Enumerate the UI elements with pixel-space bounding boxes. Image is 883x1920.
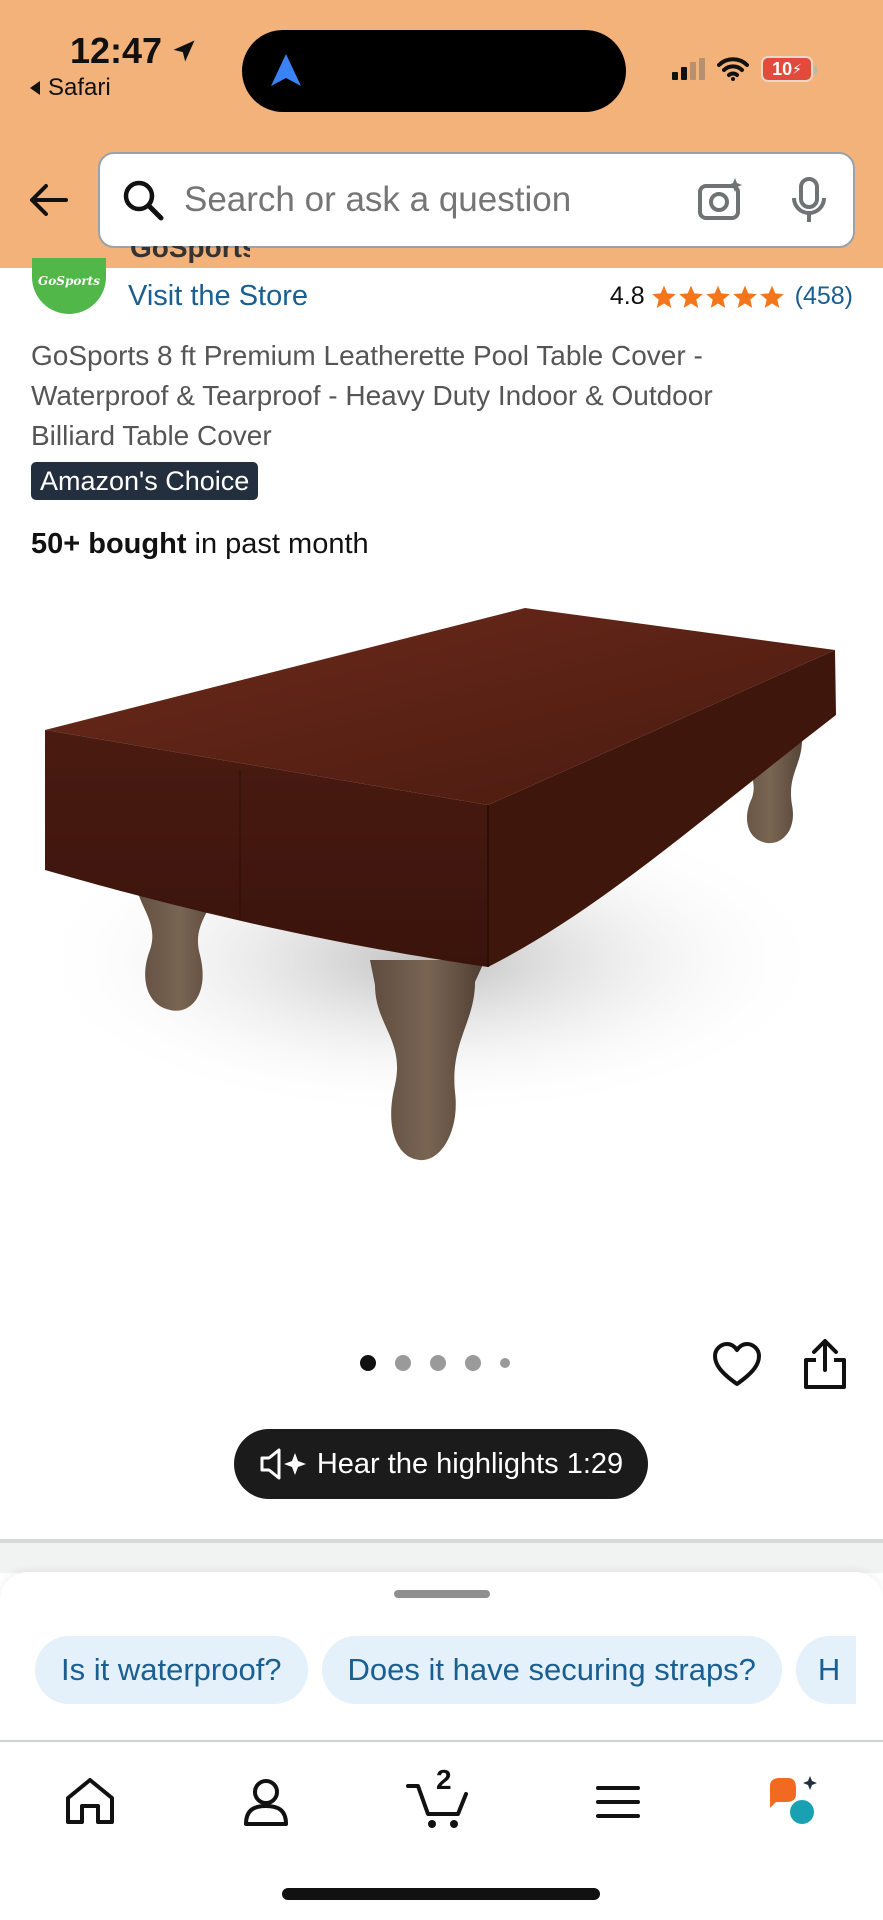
carousel-dot[interactable] [360, 1355, 376, 1371]
audio-sparkle-icon [260, 1448, 306, 1480]
header: 12:47 Safari 10 ⚡ [0, 0, 883, 268]
sheet-drag-handle[interactable] [394, 1590, 490, 1598]
star-icon [705, 285, 730, 308]
rufus-icon[interactable] [764, 1772, 824, 1832]
amazons-choice-badge[interactable]: Amazon's Choice [31, 462, 259, 500]
bought-suffix: in past month [186, 528, 369, 560]
back-arrow-icon[interactable] [26, 178, 70, 222]
search-icon [123, 180, 164, 221]
cellular-signal-icon [672, 58, 705, 80]
section-gap [0, 1543, 883, 1573]
question-chip[interactable]: H [795, 1636, 856, 1704]
star-rating [651, 284, 785, 310]
star-icon [732, 285, 757, 308]
rating-count[interactable]: (458) [795, 282, 853, 311]
menu-icon[interactable] [588, 1772, 648, 1832]
carousel-dot[interactable] [395, 1355, 411, 1371]
question-chip[interactable]: Does it have securing straps? [321, 1636, 782, 1704]
back-triangle-icon [30, 81, 40, 95]
suggested-questions: Is it waterproof? Does it have securing … [35, 1636, 856, 1704]
image-carousel-dots[interactable] [360, 1355, 510, 1371]
rating-value: 4.8 [609, 282, 645, 310]
home-indicator[interactable] [282, 1888, 600, 1900]
back-to-app[interactable]: Safari [28, 74, 111, 102]
cart-button[interactable]: 2 [406, 1764, 474, 1832]
home-icon[interactable] [60, 1772, 120, 1832]
carousel-dot[interactable] [500, 1358, 510, 1368]
hear-highlights-button[interactable]: Hear the highlights 1:29 [234, 1429, 648, 1499]
product-title: GoSports 8 ft Premium Leatherette Pool T… [31, 340, 713, 451]
question-chip[interactable]: Is it waterproof? [35, 1636, 308, 1704]
bought-count: 50+ bought [31, 528, 187, 560]
camera-search-icon[interactable] [697, 176, 745, 224]
star-icon [651, 285, 676, 308]
brand-name-cropped: GoSports [130, 246, 250, 263]
share-icon[interactable] [802, 1338, 848, 1390]
wifi-icon [717, 57, 749, 81]
star-icon [678, 285, 703, 308]
search-bar[interactable] [98, 152, 855, 248]
clock: 12:47 [70, 30, 163, 71]
product-image[interactable] [0, 580, 883, 1300]
bought-in-past-month: 50+ bought in past month [31, 528, 369, 561]
back-app-label: Safari [48, 74, 111, 101]
cart-count: 2 [436, 1764, 452, 1795]
carousel-dot[interactable] [430, 1355, 446, 1371]
rating-summary[interactable]: 4.8 (458) [610, 282, 853, 311]
account-icon[interactable] [236, 1772, 296, 1832]
hear-highlights-label: Hear the highlights 1:29 [316, 1447, 624, 1480]
carousel-dot[interactable] [465, 1355, 481, 1371]
location-arrow-icon [173, 40, 195, 62]
status-time: 12:47 [70, 30, 198, 72]
star-icon [759, 285, 784, 308]
microphone-icon[interactable] [789, 176, 829, 224]
navigation-arrow-icon [271, 54, 301, 86]
search-input[interactable] [184, 180, 697, 220]
store-logo[interactable]: GoSports [32, 258, 106, 314]
heart-icon[interactable] [712, 1340, 762, 1390]
battery-icon: 10 ⚡ [761, 56, 817, 82]
dynamic-island [242, 30, 626, 112]
status-indicators: 10 ⚡ [672, 56, 817, 82]
visit-store-link[interactable]: Visit the Store [128, 280, 308, 313]
